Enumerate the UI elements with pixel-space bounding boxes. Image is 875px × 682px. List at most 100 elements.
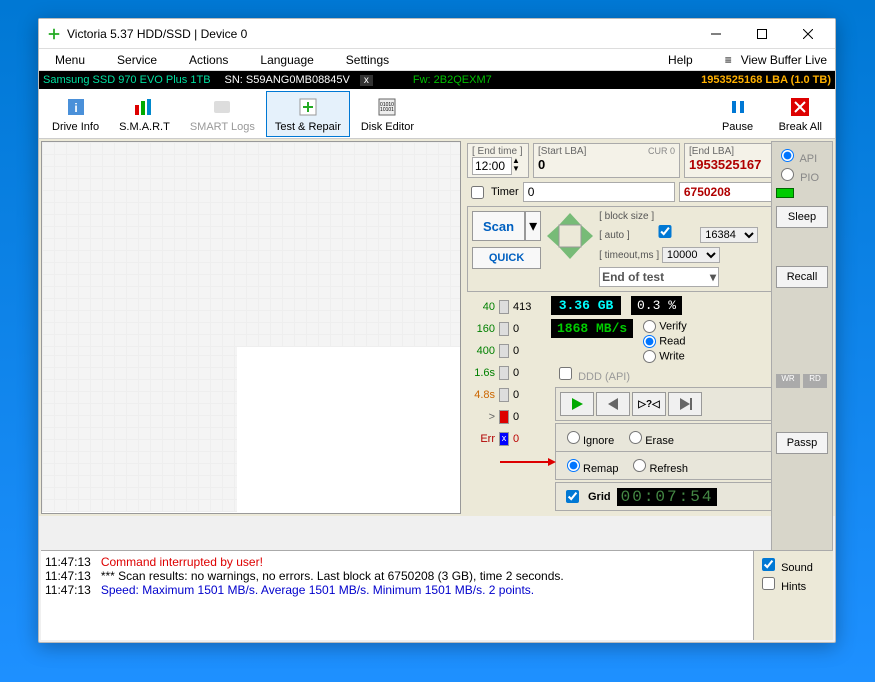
log-ts: 11:47:13 bbox=[45, 583, 91, 597]
disk-editor-button[interactable]: 0101010101 Disk Editor bbox=[352, 91, 423, 137]
play-button[interactable] bbox=[560, 392, 594, 416]
sleep-button[interactable]: Sleep bbox=[776, 206, 828, 228]
menubar: Menu Service Actions Language Settings H… bbox=[39, 49, 835, 71]
lat-count: 0 bbox=[513, 389, 519, 401]
app-window: Victoria 5.37 HDD/SSD | Device 0 Menu Se… bbox=[38, 18, 836, 643]
pause-icon bbox=[726, 95, 750, 119]
drive-model: Samsung SSD 970 EVO Plus 1TB bbox=[39, 74, 215, 86]
device-bar: Samsung SSD 970 EVO Plus 1TB SN: S59ANG0… bbox=[39, 71, 835, 89]
step-fwd-button[interactable] bbox=[668, 392, 702, 416]
ddd-checkbox[interactable]: DDD (API) bbox=[555, 371, 630, 383]
lat-swatch bbox=[499, 300, 509, 314]
passp-button[interactable]: Passp bbox=[776, 432, 828, 454]
surface-map[interactable] bbox=[41, 141, 461, 514]
lat-swatch: x bbox=[499, 432, 509, 446]
break-icon bbox=[788, 95, 812, 119]
break-all-button[interactable]: Break All bbox=[770, 91, 831, 137]
end-of-test-select[interactable]: End of test ▾ bbox=[599, 267, 719, 287]
menu-language[interactable]: Language bbox=[244, 53, 329, 67]
view-buffer-label: View Buffer Live bbox=[741, 53, 827, 67]
menu-settings[interactable]: Settings bbox=[330, 53, 405, 67]
api-radio[interactable]: API bbox=[776, 146, 828, 165]
lat-count: 0 bbox=[513, 323, 519, 335]
log-msg: *** Scan results: no warnings, no errors… bbox=[101, 569, 564, 583]
block-size-select[interactable]: 16384 bbox=[700, 227, 758, 243]
close-button[interactable] bbox=[785, 19, 831, 49]
view-buffer-live[interactable]: ≡ View Buffer Live bbox=[717, 53, 835, 67]
minimize-button[interactable] bbox=[693, 19, 739, 49]
lat-swatch bbox=[499, 410, 509, 424]
scan-menu-button[interactable]: ▾ bbox=[525, 211, 541, 241]
auto-checkbox[interactable] bbox=[636, 225, 694, 238]
menu-actions[interactable]: Actions bbox=[173, 53, 244, 67]
drive-info-button[interactable]: i Drive Info bbox=[43, 91, 108, 137]
plus-icon bbox=[296, 95, 320, 119]
end-time-input[interactable] bbox=[472, 157, 512, 175]
timer-checkbox[interactable] bbox=[471, 186, 484, 199]
info-icon: i bbox=[64, 95, 88, 119]
random-button[interactable]: ▷?◁ bbox=[632, 392, 666, 416]
chevron-down-icon: ▾ bbox=[710, 270, 716, 284]
maximize-button[interactable] bbox=[739, 19, 785, 49]
hints-checkbox[interactable]: Hints bbox=[758, 574, 829, 593]
lat-label: 1.6s bbox=[467, 367, 495, 379]
lat-swatch bbox=[499, 344, 509, 358]
log-msg: Speed: Maximum 1501 MB/s. Average 1501 M… bbox=[101, 583, 534, 597]
rd-indicator: RD bbox=[803, 374, 827, 388]
eot-label: End of test bbox=[602, 270, 664, 284]
step-back-button[interactable] bbox=[596, 392, 630, 416]
read-radio[interactable]: Read bbox=[643, 334, 687, 349]
menu-service[interactable]: Service bbox=[101, 53, 173, 67]
scanned-size: 3.36 GB bbox=[551, 296, 621, 315]
quick-button[interactable]: QUICK bbox=[472, 247, 541, 269]
log-ts: 11:47:13 bbox=[45, 555, 91, 569]
recall-button[interactable]: Recall bbox=[776, 266, 828, 288]
window-title: Victoria 5.37 HDD/SSD | Device 0 bbox=[67, 27, 693, 41]
smart-button[interactable]: S.M.A.R.T bbox=[110, 91, 179, 137]
timer-current: 0 bbox=[523, 182, 675, 202]
remap-radio[interactable]: Remap bbox=[562, 456, 618, 475]
start-lba-badge[interactable]: CUR 0 bbox=[648, 146, 675, 156]
test-repair-button[interactable]: Test & Repair bbox=[266, 91, 350, 137]
start-lba-value[interactable]: 0 bbox=[538, 157, 675, 172]
log-area: 11:47:13Command interrupted by user! 11:… bbox=[41, 550, 833, 640]
main-area: [ End time ] ▲▼ [Start LBA]CUR 0 0 [End … bbox=[39, 139, 835, 516]
lat-label: 40 bbox=[467, 301, 495, 313]
svg-text:i: i bbox=[74, 101, 77, 115]
toolbar: i Drive Info S.M.A.R.T SMART Logs Test &… bbox=[39, 89, 835, 139]
lat-count: 0 bbox=[513, 367, 519, 379]
ignore-radio[interactable]: Ignore bbox=[562, 428, 614, 447]
block-size-label: [ block size ] bbox=[599, 211, 654, 222]
log-options: Sound Hints bbox=[753, 551, 833, 640]
svg-text:10101: 10101 bbox=[381, 107, 395, 113]
device-close-icon[interactable]: x bbox=[360, 75, 373, 86]
lat-count: 413 bbox=[513, 301, 531, 313]
speed-box: 1868 MB/s bbox=[551, 319, 633, 338]
menu-menu[interactable]: Menu bbox=[39, 53, 101, 67]
erase-radio[interactable]: Erase bbox=[624, 428, 674, 447]
lat-count: 0 bbox=[513, 345, 519, 357]
verify-radio[interactable]: Verify bbox=[643, 319, 687, 334]
pause-button[interactable]: Pause bbox=[708, 91, 768, 137]
sound-checkbox[interactable]: Sound bbox=[758, 555, 829, 574]
side-panel: API PIO Sleep Recall WR RD Passp bbox=[771, 141, 833, 571]
smart-logs-button[interactable]: SMART Logs bbox=[181, 91, 264, 137]
menu-help[interactable]: Help bbox=[644, 53, 717, 67]
start-lba-group: [Start LBA] CUR 0 0 bbox=[533, 143, 680, 178]
timer-label: Timer bbox=[491, 186, 519, 198]
lat-count: 0 bbox=[513, 433, 519, 445]
break-all-label: Break All bbox=[779, 121, 822, 133]
scan-button[interactable]: Scan bbox=[472, 211, 525, 241]
lat-count: 0 bbox=[513, 411, 519, 423]
drive-info-label: Drive Info bbox=[52, 121, 99, 133]
pio-radio[interactable]: PIO bbox=[776, 165, 828, 184]
log-text[interactable]: 11:47:13Command interrupted by user! 11:… bbox=[41, 551, 753, 640]
grid-label: Grid bbox=[588, 491, 611, 503]
start-lba-label: [Start LBA] bbox=[538, 146, 586, 157]
nav-diamond[interactable] bbox=[545, 211, 595, 261]
refresh-radio[interactable]: Refresh bbox=[628, 456, 688, 475]
latency-column: 40413 1600 4000 1.6s0 4.8s0 >0 Errx0 bbox=[467, 296, 547, 515]
write-radio[interactable]: Write bbox=[643, 349, 687, 364]
grid-checkbox[interactable] bbox=[566, 490, 579, 503]
timeout-select[interactable]: 10000 bbox=[662, 247, 720, 263]
